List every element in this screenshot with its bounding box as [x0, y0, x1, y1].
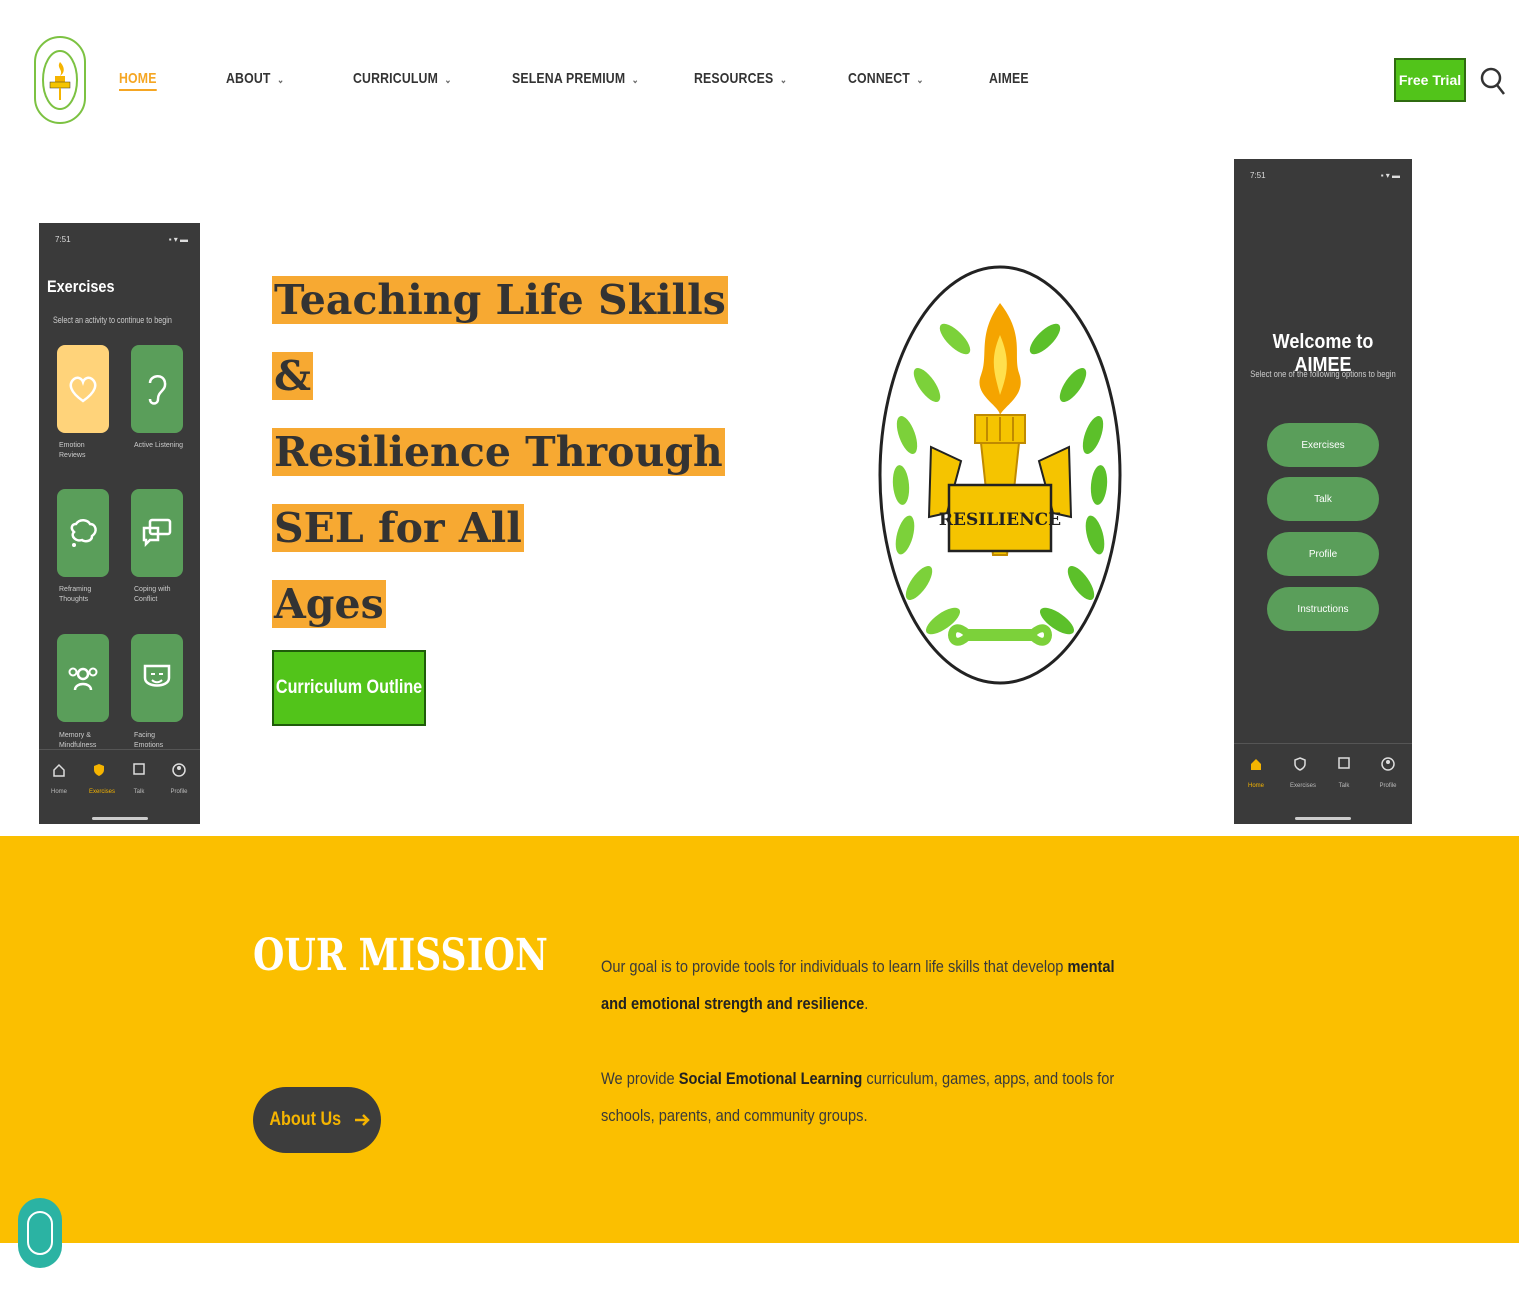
fingerprint-icon [27, 1211, 53, 1255]
free-trial-button[interactable]: Free Trial [1394, 58, 1466, 102]
tab-profile[interactable]: Profile [169, 762, 189, 795]
chevron-down-icon: ⌄ [444, 75, 452, 86]
curriculum-outline-button[interactable]: Curriculum Outline [272, 650, 426, 726]
phone-title: Exercises [47, 277, 115, 296]
tab-exercises[interactable]: Exercises [1290, 756, 1316, 789]
chat-icon [1338, 757, 1350, 769]
tab-home[interactable]: Home [49, 762, 69, 795]
mask-icon [143, 664, 171, 687]
exercises-phone-mockup: 7:51 ▪ ▾ ▬ Exercises Select an activity … [39, 223, 200, 824]
tab-profile[interactable]: Profile [1378, 756, 1398, 789]
shield-icon [94, 764, 104, 776]
chat-icon [133, 763, 145, 775]
accessibility-badge[interactable] [18, 1198, 62, 1268]
phone-tab-bar: Home Exercises Talk Profile [1234, 743, 1412, 824]
chevron-down-icon: ⌄ [916, 75, 924, 86]
profile-icon [172, 763, 186, 777]
phone-subtitle: Select an activity to continue to begin [53, 315, 172, 325]
aimee-exercises-button[interactable]: Exercises [1267, 423, 1379, 467]
status-time: 7:51 [55, 235, 71, 244]
exercise-tile[interactable] [57, 345, 109, 433]
chevron-down-icon: ⌄ [631, 75, 639, 86]
exercise-tile[interactable] [57, 489, 109, 577]
search-icon[interactable] [1480, 64, 1506, 98]
nav-connect[interactable]: CONNECT ⌄ [848, 70, 924, 87]
tile-label: Memory & Mindfulness [59, 732, 97, 749]
hero-title-line: Teaching Life Skills & [272, 276, 728, 400]
exercise-tile[interactable] [131, 345, 183, 433]
profile-icon [1381, 757, 1395, 771]
thought-bubble-icon [70, 519, 97, 547]
people-icon [68, 667, 98, 691]
nav-selena-premium[interactable]: SELENA PREMIUM ⌄ [512, 70, 639, 87]
nav-curriculum[interactable]: CURRICULUM ⌄ [353, 70, 452, 87]
status-bar: 7:51 ▪ ▾ ▬ [55, 235, 188, 245]
home-icon [53, 763, 65, 777]
torch-logo-icon [42, 50, 78, 110]
hero-title-line: Resilience Through SEL for All [272, 428, 725, 552]
site-logo[interactable] [34, 36, 86, 124]
tile-label: Coping with Conflict [134, 586, 171, 603]
exercise-tile[interactable] [131, 634, 183, 722]
chevron-down-icon: ⌄ [779, 75, 788, 86]
chat-icon [142, 518, 172, 548]
signal-battery-icon: ▪ ▾ ▬ [1380, 171, 1400, 180]
about-us-button[interactable]: About Us [253, 1087, 381, 1153]
tile-label: Emotion Reviews [59, 442, 86, 459]
mission-paragraph: Our goal is to provide tools for individ… [601, 957, 1115, 1013]
resilience-emblem: RESILIENCE [877, 265, 1123, 689]
tile-label: Reframing Thoughts [59, 586, 92, 603]
home-icon [1251, 759, 1261, 770]
heart-icon [69, 376, 97, 403]
button-label: Curriculum Outline [275, 677, 423, 698]
tab-home[interactable]: Home [1246, 756, 1266, 789]
mission-section: OUR MISSION About Us Our goal is to prov… [0, 836, 1519, 1243]
home-indicator [91, 817, 148, 820]
exercise-tile[interactable] [57, 634, 109, 722]
nav-home[interactable]: HOME [119, 70, 157, 91]
emblem-label: RESILIENCE [939, 510, 1061, 530]
hero-title: Teaching Life Skills & Resilience Throug… [272, 262, 752, 642]
aimee-phone-mockup: 7:51 ▪ ▾ ▬ Welcome to AIMEE Select one o… [1234, 159, 1412, 824]
tab-talk[interactable]: Talk [129, 762, 149, 795]
ear-icon [148, 375, 167, 405]
nav-about[interactable]: ABOUT ⌄ [226, 70, 284, 87]
home-indicator [1295, 817, 1351, 820]
aimee-profile-button[interactable]: Profile [1267, 532, 1379, 576]
mission-title: OUR MISSION [253, 930, 548, 981]
nav-aimee[interactable]: AIMEE [989, 70, 1029, 87]
tab-exercises[interactable]: Exercises [89, 762, 115, 795]
aimee-talk-button[interactable]: Talk [1267, 477, 1379, 521]
signal-battery-icon: ▪ ▾ ▬ [168, 235, 188, 244]
aimee-instructions-button[interactable]: Instructions [1267, 587, 1379, 631]
chevron-down-icon: ⌄ [277, 75, 285, 86]
nav-resources[interactable]: RESOURCES ⌄ [694, 70, 787, 87]
tile-label: Active Listening [134, 442, 184, 449]
hero-title-line: Ages [272, 580, 386, 628]
arrow-right-icon [355, 1114, 370, 1126]
shield-icon [1294, 757, 1306, 771]
site-header: HOME ABOUT ⌄ CURRICULUM ⌄ SELENA PREMIUM ⌄ … [0, 0, 1519, 160]
tab-talk[interactable]: Talk [1334, 756, 1354, 789]
phone-subtitle: Select one of the following options to b… [1250, 369, 1396, 379]
status-bar: 7:51 ▪ ▾ ▬ [1250, 171, 1400, 181]
exercise-tile[interactable] [131, 489, 183, 577]
tile-label: Facing Emotions [134, 732, 164, 749]
status-time: 7:51 [1250, 171, 1266, 180]
mission-paragraph: We provide Social Emotional Learning cur… [601, 1069, 1115, 1125]
phone-tab-bar: Home Exercises Talk Profile [39, 749, 200, 824]
